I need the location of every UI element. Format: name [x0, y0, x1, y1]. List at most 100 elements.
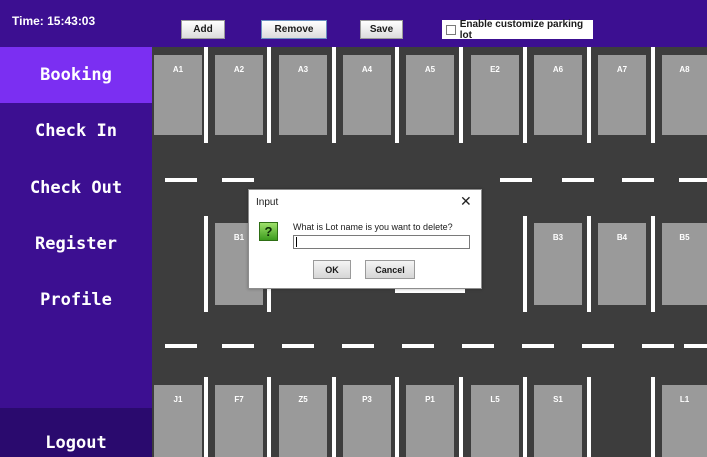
- spot-label: L5: [490, 395, 500, 404]
- customize-checkbox-label: Enable customize parking lot: [459, 18, 584, 41]
- lot-name-input[interactable]: [293, 235, 470, 249]
- lane-line: [267, 47, 271, 143]
- parking-spot-f7[interactable]: F7: [215, 385, 263, 457]
- lane-divider: [222, 344, 254, 348]
- parking-spot-j1[interactable]: J1: [154, 385, 202, 457]
- lane-line: [332, 377, 336, 457]
- ok-button[interactable]: OK: [313, 260, 351, 279]
- parking-spot-p1[interactable]: P1: [406, 385, 454, 457]
- lane-divider: [684, 344, 707, 348]
- parking-spot-e2[interactable]: E2: [471, 55, 519, 135]
- remove-button[interactable]: Remove: [261, 20, 327, 39]
- lane-line: [395, 377, 399, 457]
- lane-divider: [342, 344, 374, 348]
- lane-line: [459, 47, 463, 143]
- parking-spot-a6[interactable]: A6: [534, 55, 582, 135]
- parking-spot-a8[interactable]: A8: [662, 55, 707, 135]
- parking-spot-l1[interactable]: L1: [662, 385, 707, 457]
- lane-line: [651, 377, 655, 457]
- dialog-title: Input: [256, 197, 279, 208]
- spot-label: A3: [297, 65, 309, 74]
- parking-spot-b5[interactable]: B5: [662, 223, 707, 305]
- spot-label: P3: [362, 395, 372, 404]
- parking-spot-s1[interactable]: S1: [534, 385, 582, 457]
- spot-label: F7: [234, 395, 244, 404]
- lane-divider: [402, 344, 434, 348]
- lane-line: [267, 377, 271, 457]
- lane-line: [204, 47, 208, 143]
- spot-label: E2: [490, 65, 500, 74]
- customize-parking-toggle[interactable]: Enable customize parking lot: [442, 18, 593, 41]
- spot-label: L1: [679, 395, 690, 404]
- spot-label: Z5: [298, 395, 308, 404]
- nav-booking[interactable]: Booking: [0, 47, 152, 103]
- lane-line: [651, 216, 655, 312]
- lane-divider: [222, 178, 254, 182]
- top-toolbar: Time: 15:43:03 Add Remove Save Enable cu…: [0, 0, 707, 47]
- lane-divider: [500, 178, 532, 182]
- parking-spot-l5[interactable]: L5: [471, 385, 519, 457]
- spot-label: B3: [552, 233, 564, 242]
- lane-divider: [642, 344, 674, 348]
- text-caret: [296, 237, 297, 247]
- parking-spot-a2[interactable]: A2: [215, 55, 263, 135]
- spot-label: A5: [424, 65, 436, 74]
- parking-spot-b4[interactable]: B4: [598, 223, 646, 305]
- nav-register[interactable]: Register: [0, 216, 152, 272]
- delete-lot-dialog: Input ✕ ? What is Lot name is you want t…: [248, 189, 482, 289]
- parking-spot-p3[interactable]: P3: [343, 385, 391, 457]
- parking-spot-a7[interactable]: A7: [598, 55, 646, 135]
- spot-label: A8: [679, 65, 690, 74]
- spot-label: B5: [679, 233, 690, 242]
- lane-divider: [522, 344, 554, 348]
- spot-label: A2: [233, 65, 245, 74]
- logout-button[interactable]: Logout: [0, 408, 152, 457]
- parking-spot-a3[interactable]: A3: [279, 55, 327, 135]
- spot-label: A7: [616, 65, 628, 74]
- lane-line: [587, 216, 591, 312]
- lane-line: [459, 377, 463, 457]
- add-button[interactable]: Add: [181, 20, 225, 39]
- checkbox-icon[interactable]: [446, 24, 456, 35]
- lane-line: [395, 47, 399, 143]
- empty-spot-border: [395, 289, 465, 293]
- dialog-message: What is Lot name is you want to delete?: [293, 222, 453, 232]
- spot-label: A1: [172, 65, 184, 74]
- parking-spot-a4[interactable]: A4: [343, 55, 391, 135]
- spot-label: P1: [425, 395, 435, 404]
- lane-line: [204, 377, 208, 457]
- lane-line: [523, 47, 527, 143]
- lane-line: [587, 47, 591, 143]
- app-window: Time: 15:43:03 Add Remove Save Enable cu…: [0, 0, 707, 457]
- clock-label: Time: 15:43:03: [12, 14, 96, 28]
- lane-divider: [165, 178, 197, 182]
- sidebar: Booking Check In Check Out Register Prof…: [0, 47, 152, 457]
- parking-spot-b3[interactable]: B3: [534, 223, 582, 305]
- lane-divider: [282, 344, 314, 348]
- lane-divider: [582, 344, 614, 348]
- save-button[interactable]: Save: [360, 20, 403, 39]
- nav-check-out[interactable]: Check Out: [0, 160, 152, 216]
- lane-divider: [622, 178, 654, 182]
- spot-label: S1: [553, 395, 563, 404]
- parking-spot-a1[interactable]: A1: [154, 55, 202, 135]
- question-icon: ?: [259, 222, 278, 241]
- nav-profile[interactable]: Profile: [0, 272, 152, 328]
- lane-divider: [462, 344, 494, 348]
- spot-label: A6: [552, 65, 564, 74]
- close-icon[interactable]: ✕: [460, 193, 472, 210]
- lane-divider: [679, 178, 707, 182]
- lane-line: [332, 47, 336, 143]
- lane-line: [587, 377, 591, 457]
- lane-divider: [562, 178, 594, 182]
- lane-divider: [165, 344, 197, 348]
- lane-line: [651, 47, 655, 143]
- lane-line: [523, 377, 527, 457]
- spot-label: J1: [173, 395, 183, 404]
- lane-line: [523, 216, 527, 312]
- parking-spot-a5[interactable]: A5: [406, 55, 454, 135]
- spot-label: B4: [616, 233, 628, 242]
- parking-spot-z5[interactable]: Z5: [279, 385, 327, 457]
- nav-check-in[interactable]: Check In: [0, 103, 152, 159]
- cancel-button[interactable]: Cancel: [365, 260, 415, 279]
